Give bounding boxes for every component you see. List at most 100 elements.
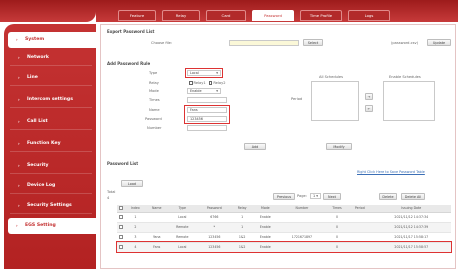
add-button[interactable]: Add [244, 143, 266, 150]
col-number: Number [278, 205, 326, 213]
cell-password: 6766 [196, 212, 232, 223]
col-index: Index [125, 205, 146, 213]
row-select-cell[interactable] [117, 222, 125, 233]
mode-select[interactable]: Enable ▾ [187, 88, 221, 94]
row-select-cell[interactable] [117, 212, 125, 223]
cell-mode: Enable [252, 222, 279, 233]
mode-label: Mode [149, 89, 159, 93]
sidebar-item-device-log[interactable]: › Device Log [10, 178, 92, 194]
delete-all-button[interactable]: Delete All [401, 193, 425, 200]
number-field[interactable] [187, 125, 227, 131]
sidebar-item-line[interactable]: › Line [10, 70, 92, 86]
table-row[interactable]: 3 Yana Remote 123456 1&2 Enable 17216718… [117, 232, 451, 243]
sidebar-item-label: Device Log [27, 183, 56, 188]
cell-period [348, 232, 372, 243]
sidebar-item-label: Security [27, 163, 49, 168]
row-checkbox[interactable] [119, 234, 123, 239]
relay-label: Relay [149, 81, 159, 85]
tab-password[interactable]: Password [252, 10, 294, 21]
type-highlight [185, 68, 223, 78]
file-hint: (password.csv) [391, 41, 418, 45]
cell-issuing-date: 2021/11/12 14:37:39 [371, 222, 451, 233]
tab-time-profile[interactable]: Time Profile [300, 10, 342, 21]
enable-schedules-label: Enable Schedules [389, 75, 421, 79]
export-section-title: Export Password List [107, 29, 155, 34]
sidebar-menu: › System › Network › Line › Intercom setting… [4, 24, 96, 269]
chevron-right-icon: › [18, 163, 20, 168]
times-field[interactable] [187, 97, 227, 103]
sidebar-item-label: Line [27, 75, 38, 80]
chevron-right-icon: › [18, 119, 20, 124]
col-period: Period [348, 205, 372, 213]
sidebar-item-security[interactable]: › Security [10, 158, 92, 174]
table-header-row: Index Name Type Password Relay Mode Numb… [117, 205, 451, 213]
row-select-cell[interactable] [117, 232, 125, 243]
sidebar-item-function-key[interactable]: › Function Key [10, 136, 92, 152]
sidebar-item-label: Call List [27, 119, 48, 124]
sidebar-item-label: System [25, 37, 45, 42]
relay2-label: Relay2 [213, 81, 226, 85]
load-button[interactable]: Load [121, 180, 143, 187]
delete-button[interactable]: Delete [379, 193, 397, 200]
all-schedules-list[interactable] [311, 81, 359, 121]
row-checkbox[interactable] [119, 214, 123, 219]
cell-name: Fans [145, 242, 168, 253]
cell-relay: 1&2 [231, 232, 253, 243]
cell-period [348, 212, 372, 223]
sidebar-item-intercom-settings[interactable]: › Intercom settings [10, 92, 92, 108]
tab-relay[interactable]: Relay [162, 10, 200, 21]
relay1-checkbox[interactable] [189, 81, 193, 85]
password-table: Index Name Type Password Relay Mode Numb… [116, 205, 452, 253]
table-row[interactable]: 2 Remote * 1 Enable 0 2021/11/12 14:37:3… [117, 222, 451, 233]
modify-button[interactable]: Modify [326, 143, 352, 150]
chevron-down-icon: ▾ [216, 89, 218, 93]
sidebar-item-egs-setting[interactable]: › EGS Setting [8, 218, 96, 234]
relay2-checkbox[interactable] [208, 81, 213, 85]
next-button[interactable]: Next [323, 193, 341, 200]
row-checkbox[interactable] [119, 244, 123, 249]
sidebar-item-security-settings[interactable]: › Security Settings [10, 198, 92, 214]
sidebar: › System › Network › Line › Intercom setting… [0, 0, 96, 269]
move-left-button[interactable]: ← [365, 105, 373, 112]
tab-logs[interactable]: Logs [348, 10, 390, 21]
upload-button[interactable]: Update [427, 39, 451, 46]
sidebar-item-network[interactable]: › Network [10, 50, 92, 66]
cell-relay: 1 [231, 212, 253, 223]
name-password-highlight [184, 105, 230, 124]
col-issuing-date: Issuing Date [371, 205, 451, 213]
row-select-cell[interactable] [117, 242, 125, 253]
cell-name: Yana [145, 232, 168, 243]
tab-feature[interactable]: Feature [118, 10, 156, 21]
select-all-cell[interactable] [117, 205, 125, 213]
file-path-field[interactable] [229, 40, 299, 46]
cell-mode: Enable [252, 212, 279, 223]
save-table-link[interactable]: Right Click Here to Save Password Table [357, 170, 425, 174]
times-label: Times [149, 98, 160, 102]
col-relay: Relay [231, 205, 253, 213]
previous-button[interactable]: Previous [273, 193, 295, 200]
select-all-checkbox[interactable] [119, 205, 123, 210]
enable-schedules-list[interactable] [383, 81, 435, 121]
col-times: Times [325, 205, 349, 213]
select-file-button[interactable]: Select [303, 39, 323, 46]
cell-relay: 1 [231, 222, 253, 233]
logo-band [0, 0, 96, 22]
cell-type: Remote [167, 232, 197, 243]
sidebar-item-call-list[interactable]: › Call List [10, 114, 92, 130]
cell-issuing-date: 2021/11/17 15:58:57 [371, 242, 451, 253]
page-select[interactable]: 1 ▾ [310, 193, 321, 199]
chevron-right-icon: › [18, 141, 20, 146]
cell-index: 3 [125, 232, 146, 243]
move-right-button[interactable]: → [365, 93, 373, 100]
tab-card[interactable]: Card [206, 10, 246, 21]
sidebar-item-system[interactable]: › System [8, 32, 96, 48]
row-checkbox[interactable] [119, 224, 123, 229]
password-label: Password [145, 117, 162, 121]
cell-number: 1721671897 [278, 232, 326, 243]
cell-type: Local [167, 242, 197, 253]
total-label: Total [107, 190, 116, 194]
table-row[interactable]: 1 Local 6766 1 Enable 0 2021/11/12 14:37… [117, 212, 451, 223]
type-label: Type [149, 71, 158, 75]
cell-times: 0 [325, 222, 349, 233]
table-row-highlighted[interactable]: 4 Fans Local 123456 1&2 Enable 0 2021/11… [116, 241, 452, 253]
